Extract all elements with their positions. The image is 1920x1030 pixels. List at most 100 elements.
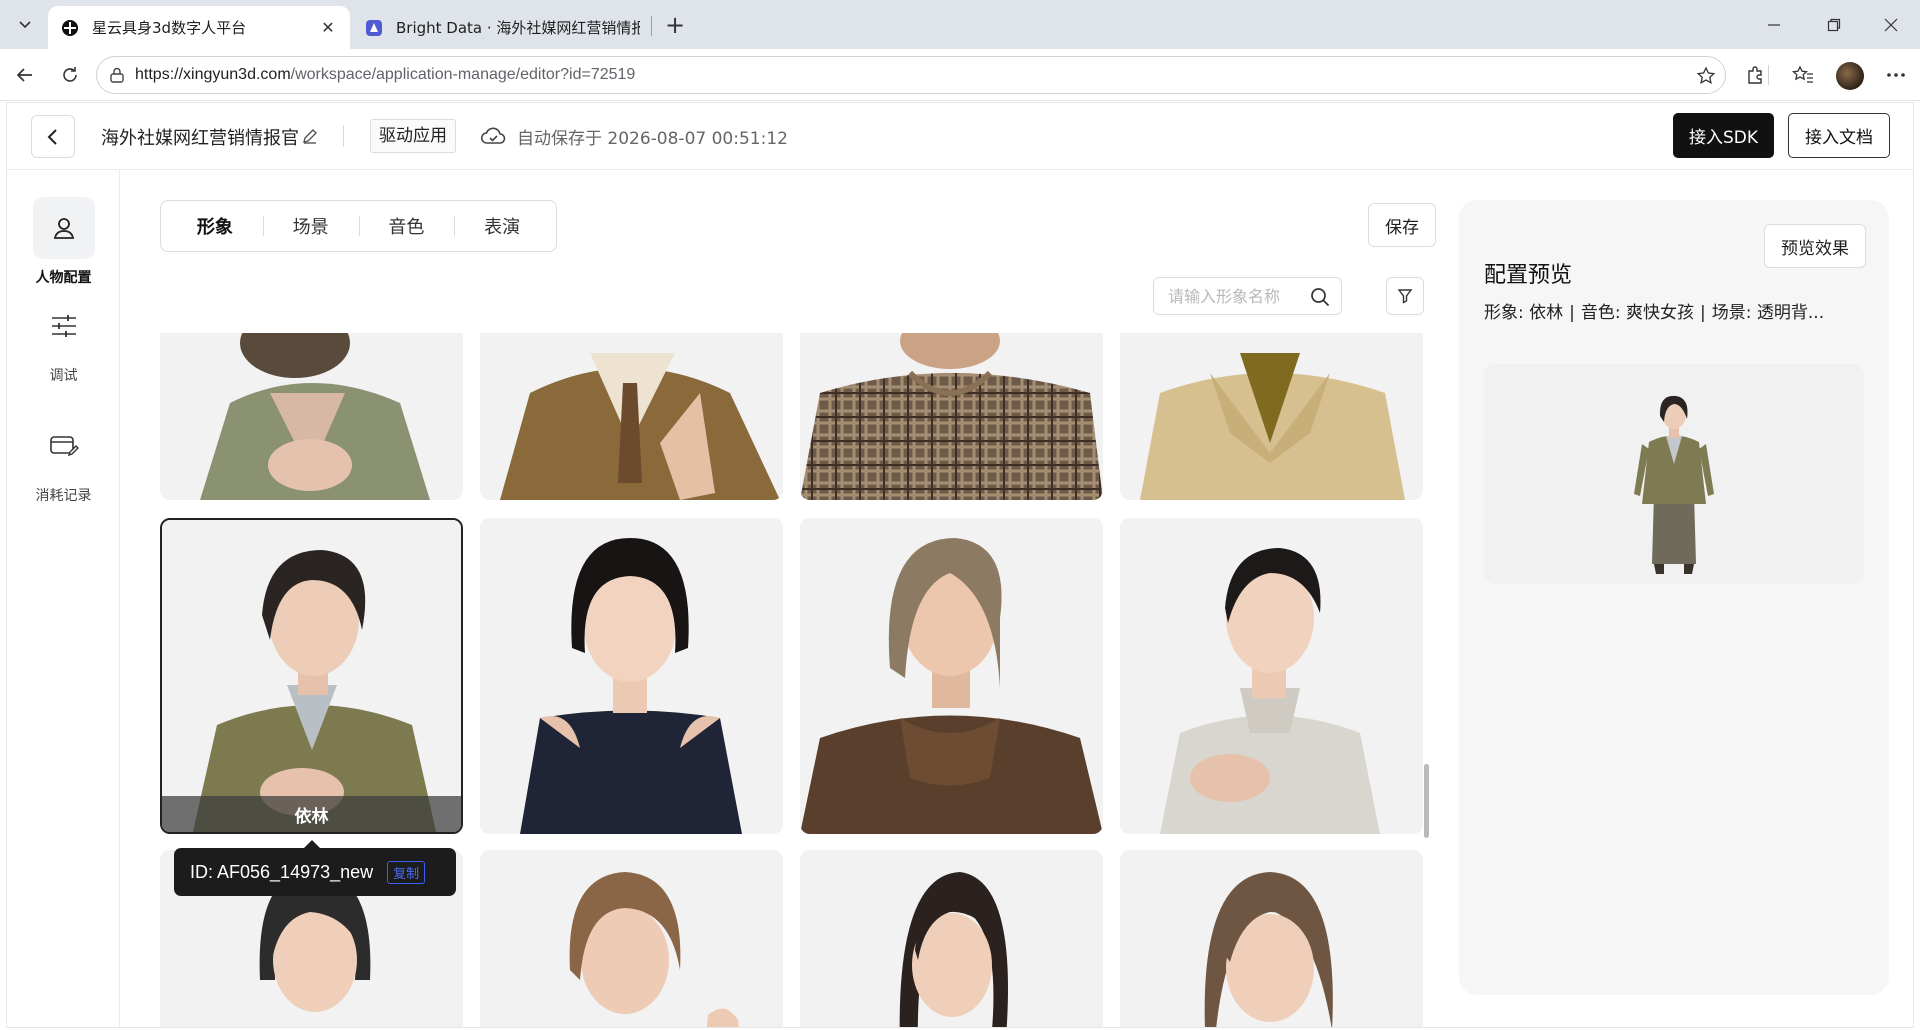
url-path: /workspace/application-manage/editor?id=… xyxy=(290,66,636,83)
avatar-thumbnail xyxy=(480,518,783,834)
avatar-card[interactable] xyxy=(800,518,1103,834)
restore-icon[interactable] xyxy=(1809,0,1859,49)
save-button[interactable]: 保存 xyxy=(1368,203,1436,247)
browser-tab[interactable]: Bright Data · 海外社媒网红营销情报 xyxy=(352,6,652,49)
profile-avatar[interactable] xyxy=(1836,62,1864,90)
bright-data-logo-icon xyxy=(364,18,384,38)
header-divider xyxy=(343,125,344,147)
avatar-thumbnail xyxy=(1120,850,1423,1027)
info-avatar-value: 依林 xyxy=(1529,303,1564,323)
tab-voice[interactable]: 音色 xyxy=(358,213,455,239)
cloud-sync-icon xyxy=(480,125,506,147)
avatar-card[interactable] xyxy=(480,518,783,834)
avatar-card-selected[interactable]: 依林 xyxy=(160,518,463,834)
back-arrow-icon[interactable] xyxy=(10,60,40,90)
site-info-icon[interactable] xyxy=(107,65,127,85)
filter-funnel-icon xyxy=(1397,289,1413,304)
url-text: https://xingyun3d.com/workspace/applicat… xyxy=(135,66,635,84)
close-window-icon[interactable] xyxy=(1866,0,1916,49)
sidebar-item-debug[interactable]: 调试 xyxy=(7,295,120,385)
avatar-card[interactable] xyxy=(480,850,783,1027)
avatar-card[interactable] xyxy=(480,333,783,500)
browser-tab-active[interactable]: 星云具身3d数字人平台 ✕ xyxy=(48,6,350,49)
avatar-card[interactable] xyxy=(1120,333,1423,500)
avatar-preview-figure xyxy=(1484,364,1864,584)
avatar-thumbnail xyxy=(800,333,1103,500)
filter-button[interactable] xyxy=(1386,277,1424,315)
search-icon[interactable] xyxy=(1309,286,1331,308)
sdk-button[interactable]: 接入SDK xyxy=(1673,113,1774,158)
tab-title: Bright Data · 海外社媒网红营销情报 xyxy=(396,19,640,37)
avatar-thumbnail xyxy=(160,333,463,500)
back-button[interactable] xyxy=(31,115,75,158)
browser-tab-bar: 星云具身3d数字人平台 ✕ Bright Data · 海外社媒网红营销情报 + xyxy=(0,0,1920,49)
avatar-card[interactable] xyxy=(160,333,463,500)
preview-button[interactable]: 预览效果 xyxy=(1764,224,1866,268)
avatar-thumbnail xyxy=(800,850,1103,1027)
avatar-thumbnail xyxy=(162,520,461,832)
sidebar-item-label: 调试 xyxy=(49,368,78,384)
sliders-icon xyxy=(33,295,95,357)
search-input[interactable] xyxy=(1168,286,1298,306)
tab-title: 星云具身3d数字人平台 xyxy=(92,19,247,37)
avatar-id-text: ID: AF056_14973_new xyxy=(190,861,374,882)
preview-title: 配置预览 xyxy=(1484,263,1573,288)
sidebar-item-label: 消耗记录 xyxy=(35,488,92,504)
chevron-left-icon xyxy=(47,128,57,145)
new-tab-plus-icon[interactable]: + xyxy=(660,10,690,40)
favorites-icon[interactable] xyxy=(1788,60,1818,90)
avatar-search xyxy=(1153,277,1342,315)
copy-id-button[interactable]: 复制 xyxy=(387,860,426,884)
grid-scrollbar[interactable] xyxy=(1424,764,1429,838)
avatar-card[interactable] xyxy=(1120,850,1423,1027)
address-bar[interactable]: https://xingyun3d.com/workspace/applicat… xyxy=(96,56,1726,94)
info-divider: | xyxy=(1700,303,1706,323)
info-scene-value: 透明背... xyxy=(1756,303,1825,323)
info-avatar-key: 形象: xyxy=(1484,303,1524,323)
avatar-thumbnail xyxy=(1120,333,1423,500)
avatar-card[interactable] xyxy=(800,850,1103,1027)
info-voice-key: 音色: xyxy=(1580,303,1621,323)
avatar-thumbnail xyxy=(480,850,783,1027)
autosave-status: 自动保存于 2026-08-07 00:51:12 xyxy=(517,129,788,149)
reload-icon[interactable] xyxy=(55,60,85,90)
close-tab-icon[interactable]: ✕ xyxy=(318,18,338,38)
app-name: 海外社媒网红营销情报官 xyxy=(101,128,299,149)
toolbar-separator xyxy=(1768,65,1769,85)
minimize-icon[interactable] xyxy=(1749,0,1799,49)
mode-tag: 驱动应用 xyxy=(370,119,456,153)
tab-list-chevron-icon[interactable] xyxy=(10,9,40,39)
avatar-grid: 依林 xyxy=(160,333,1430,1027)
docs-button[interactable]: 接入文档 xyxy=(1788,113,1890,158)
avatar-thumbnail xyxy=(1120,518,1423,834)
card-edit-icon xyxy=(33,415,95,477)
avatar-card[interactable] xyxy=(1120,518,1423,834)
tab-performance[interactable]: 表演 xyxy=(454,213,550,239)
avatar-name-label: 依林 xyxy=(162,796,461,832)
url-host: https://xingyun3d.com xyxy=(135,66,291,83)
preview-stage xyxy=(1484,364,1864,584)
avatar-thumbnail xyxy=(800,518,1103,834)
person-icon xyxy=(32,197,95,259)
more-menu-icon[interactable] xyxy=(1881,60,1911,90)
tab-avatar[interactable]: 形象 xyxy=(167,213,263,239)
sidebar-item-usage-records[interactable]: 消耗记录 xyxy=(7,415,120,505)
sidebar-item-label: 人物配置 xyxy=(35,270,92,286)
browser-toolbar: https://xingyun3d.com/workspace/applicat… xyxy=(0,49,1920,101)
preview-config-summary: 形象: 依林 | 音色: 爽快女孩 | 场景: 透明背... xyxy=(1484,298,1874,323)
avatar-id-tooltip: ID: AF056_14973_new 复制 xyxy=(174,840,456,896)
info-voice-value: 爽快女孩 xyxy=(1626,303,1695,323)
xingyun-logo-icon xyxy=(60,18,80,38)
favorite-star-icon[interactable] xyxy=(1693,63,1719,89)
left-sidebar: 人物配置 调试 消耗记录 xyxy=(7,170,120,1027)
app-window: 海外社媒网红营销情报官 驱动应用 自动保存于 2026-08-07 00:51:… xyxy=(6,102,1914,1028)
tab-scene[interactable]: 场景 xyxy=(262,213,359,239)
info-scene-key: 场景: xyxy=(1711,303,1752,323)
info-divider: | xyxy=(1569,303,1575,323)
sidebar-item-character-config[interactable]: 人物配置 xyxy=(7,197,120,287)
extensions-puzzle-icon[interactable] xyxy=(1740,60,1770,90)
avatar-thumbnail xyxy=(480,333,783,500)
edit-pencil-icon[interactable] xyxy=(300,126,320,146)
avatar-card[interactable] xyxy=(800,333,1103,500)
preview-panel: 预览效果 配置预览 形象: 依林 | 音色: 爽快女孩 | 场景: 透明背... xyxy=(1459,200,1889,995)
